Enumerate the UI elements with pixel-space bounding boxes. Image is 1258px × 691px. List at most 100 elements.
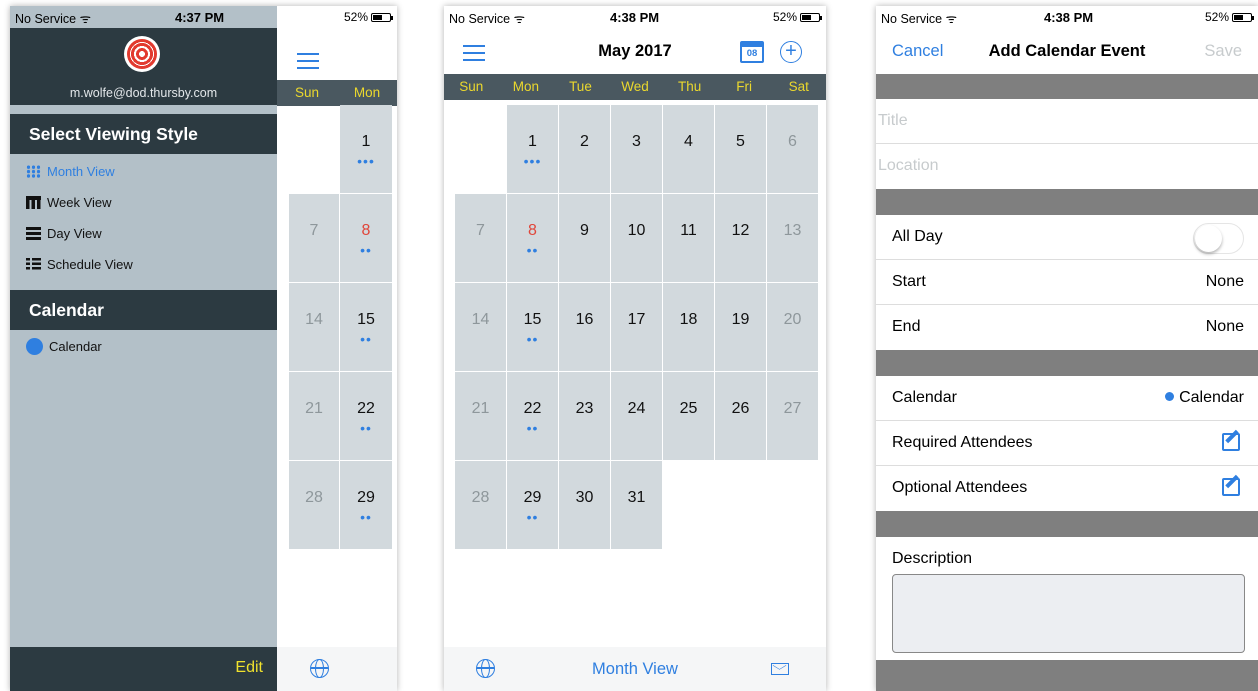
- day-number: 8: [528, 222, 537, 239]
- day-number: 15: [523, 311, 542, 328]
- bottom-bar: Month View: [444, 647, 826, 691]
- event-dots: ••: [526, 331, 539, 347]
- day-cell-21[interactable]: 21: [289, 372, 339, 460]
- view-mode-button[interactable]: Month View: [444, 660, 826, 679]
- day-cell-17[interactable]: 17: [611, 283, 662, 371]
- day-cell-12[interactable]: 12: [715, 194, 766, 282]
- day-cell-15[interactable]: 15 ••: [507, 283, 558, 371]
- edit-optional-icon[interactable]: [1222, 478, 1240, 496]
- day-cell-3[interactable]: 3: [611, 105, 662, 193]
- day-number: 14: [471, 311, 490, 328]
- event-dots: •••: [523, 153, 542, 169]
- day-cell-8[interactable]: 8 ••: [507, 194, 558, 282]
- day-number: 21: [305, 400, 323, 417]
- edit-button[interactable]: Edit: [235, 659, 263, 677]
- all-day-toggle[interactable]: [1193, 223, 1244, 254]
- day-cell-13[interactable]: 13: [767, 194, 818, 282]
- phone-sidebar-screen: 52% Sun Mon 1 ••• 7 8 •• 14 15 •• 21 22 •• 28 29 •• N…: [10, 6, 397, 691]
- day-cell-9[interactable]: 9: [559, 194, 610, 282]
- calendar-value: Calendar: [1179, 389, 1244, 406]
- view-option-day[interactable]: Day View: [26, 226, 102, 241]
- view-option-schedule[interactable]: Schedule View: [26, 257, 133, 272]
- day-number: 3: [632, 133, 641, 150]
- save-button[interactable]: Save: [1204, 42, 1242, 61]
- day-cell-31[interactable]: 31: [611, 461, 662, 549]
- location-field[interactable]: Location: [876, 144, 1258, 189]
- event-dots: ••: [360, 420, 372, 436]
- battery-text: 52%: [772, 10, 797, 24]
- day-cell-5[interactable]: 5: [715, 105, 766, 193]
- day-cell-27[interactable]: 27: [767, 372, 818, 460]
- day-cell-22[interactable]: 22 ••: [340, 372, 392, 460]
- weekday-label: Sat: [788, 79, 809, 94]
- optional-attendees-row[interactable]: Optional Attendees: [876, 466, 1258, 511]
- wifi-icon: ᯤ: [945, 12, 958, 26]
- day-number: 8: [361, 222, 371, 239]
- day-number: 23: [575, 400, 594, 417]
- edit-required-icon[interactable]: [1222, 433, 1240, 451]
- day-cell-10[interactable]: 10: [611, 194, 662, 282]
- day-cell-29[interactable]: 29 ••: [507, 461, 558, 549]
- day-cell-2[interactable]: 2: [559, 105, 610, 193]
- user-email: m.wolfe@dod.thursby.com: [69, 86, 218, 100]
- day-cell-28[interactable]: 28: [289, 461, 339, 549]
- day-number: 18: [679, 311, 698, 328]
- start-value: None: [1205, 273, 1244, 290]
- end-row[interactable]: End None: [876, 305, 1258, 350]
- day-cell-28[interactable]: 28: [455, 461, 506, 549]
- day-cell-29[interactable]: 29 ••: [340, 461, 392, 549]
- event-dots: ••: [360, 509, 372, 525]
- day-cell-18[interactable]: 18: [663, 283, 714, 371]
- battery-text: 52%: [1204, 10, 1229, 24]
- week-icon: [26, 196, 41, 209]
- add-event-icon[interactable]: +: [780, 41, 802, 63]
- day-cell-1[interactable]: 1 •••: [340, 105, 392, 193]
- day-cell-20[interactable]: 20: [767, 283, 818, 371]
- day-number: 13: [783, 222, 802, 239]
- day-cell-15[interactable]: 15 ••: [340, 283, 392, 371]
- required-attendees-row[interactable]: Required Attendees: [876, 421, 1258, 466]
- today-calendar-icon[interactable]: 08: [740, 41, 764, 63]
- calendar-row[interactable]: Calendar Calendar: [876, 376, 1258, 421]
- day-cell-26[interactable]: 26: [715, 372, 766, 460]
- start-row[interactable]: Start None: [876, 260, 1258, 305]
- day-cell-11[interactable]: 11: [663, 194, 714, 282]
- event-dots: ••: [526, 509, 539, 525]
- day-cell-6[interactable]: 6: [767, 105, 818, 193]
- weekday-header: Sun Mon Tue Wed Thu Fri Sat: [444, 74, 826, 100]
- day-cell-30[interactable]: 30: [559, 461, 610, 549]
- day-number: 28: [305, 489, 323, 506]
- day-cell-25[interactable]: 25: [663, 372, 714, 460]
- menu-icon[interactable]: [297, 53, 319, 69]
- day-cell-22[interactable]: 22 ••: [507, 372, 558, 460]
- day-cell-7[interactable]: 7: [289, 194, 339, 282]
- mail-icon[interactable]: [771, 663, 789, 675]
- day-cell-8[interactable]: 8 ••: [340, 194, 392, 282]
- calendar-section-heading: Calendar: [10, 290, 277, 330]
- day-cell-14[interactable]: 14: [455, 283, 506, 371]
- weekday-sun: Sun: [294, 85, 320, 100]
- weekday-header: Sun Mon: [277, 80, 397, 106]
- description-textarea[interactable]: [892, 574, 1245, 653]
- title-field[interactable]: Title: [876, 99, 1258, 144]
- calendar-list-item[interactable]: Calendar: [26, 338, 102, 355]
- day-cell-19[interactable]: 19: [715, 283, 766, 371]
- battery-icon: [800, 13, 822, 22]
- day-cell-14[interactable]: 14: [289, 283, 339, 371]
- weekday-label: Fri: [736, 79, 753, 94]
- carrier-text: No Service: [881, 12, 943, 26]
- weekday-label: Thu: [677, 79, 702, 94]
- view-option-month[interactable]: Month View: [26, 164, 115, 179]
- day-cell-24[interactable]: 24: [611, 372, 662, 460]
- day-cell-16[interactable]: 16: [559, 283, 610, 371]
- view-option-week[interactable]: Week View: [26, 195, 112, 210]
- day-cell-1[interactable]: 1 •••: [507, 105, 558, 193]
- side-drawer: No Service ᯤ 4:37 PM m.wolfe@dod.thursby…: [10, 6, 277, 691]
- carrier-text: No Service: [449, 12, 511, 26]
- day-cell-7[interactable]: 7: [455, 194, 506, 282]
- globe-icon[interactable]: [310, 659, 329, 678]
- day-cell-4[interactable]: 4: [663, 105, 714, 193]
- day-cell-21[interactable]: 21: [455, 372, 506, 460]
- day-cell-23[interactable]: 23: [559, 372, 610, 460]
- rose-logo-icon: [124, 36, 160, 72]
